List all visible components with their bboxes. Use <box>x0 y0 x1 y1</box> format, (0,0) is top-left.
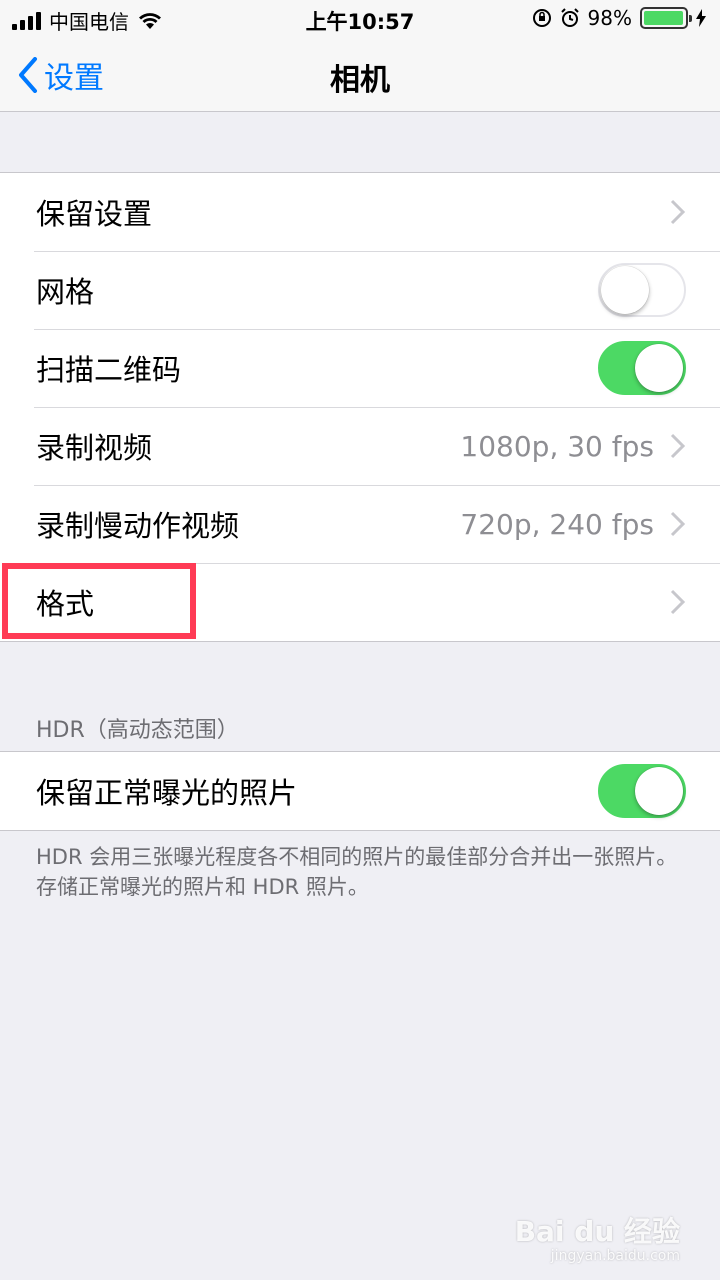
charging-icon <box>696 9 706 27</box>
status-right: 98% <box>532 6 706 30</box>
highlight-box <box>2 563 196 639</box>
hdr-group: 保留正常曝光的照片 <box>0 751 720 831</box>
row-label: 网格 <box>36 275 95 309</box>
watermark-logo: Bai du 经验 <box>514 1215 680 1248</box>
battery-icon <box>640 7 692 29</box>
keep-normal-photo-toggle[interactable] <box>598 764 686 818</box>
toggle-knob <box>635 344 683 392</box>
row-value: 720p, 240 fps <box>460 507 654 541</box>
watermark-url: jingyan.baidu.com <box>550 1248 680 1264</box>
page-title: 相机 <box>330 63 390 98</box>
toggle-knob <box>601 266 649 314</box>
row-label: 保留正常曝光的照片 <box>36 776 298 810</box>
navigation-bar: 设置 相机 <box>0 38 720 112</box>
battery-percent: 98% <box>587 6 632 30</box>
row-label: 保留设置 <box>36 197 153 231</box>
row-grid: 网格 <box>0 251 720 329</box>
toggle-knob <box>635 767 683 815</box>
alarm-icon <box>560 8 579 27</box>
rotation-lock-icon <box>532 9 551 27</box>
section-footer-hdr: HDR 会用三张曝光程度各不相同的照片的最佳部分合并出一张照片。存储正常曝光的照… <box>36 845 678 899</box>
chevron-right-icon <box>670 199 686 225</box>
chevron-right-icon <box>670 589 686 615</box>
status-bar: 中国电信 上午10:57 98% <box>0 0 720 38</box>
row-keep-normal-photo: 保留正常曝光的照片 <box>0 752 720 830</box>
chevron-right-icon <box>670 433 686 459</box>
row-record-slo-mo[interactable]: 录制慢动作视频 720p, 240 fps <box>0 485 720 563</box>
scan-qr-toggle[interactable] <box>598 341 686 395</box>
row-label: 扫描二维码 <box>36 353 182 387</box>
row-label: 录制视频 <box>36 431 153 465</box>
section-header-hdr: HDR（高动态范围） <box>36 718 239 743</box>
grid-toggle[interactable] <box>598 263 686 317</box>
row-value: 1080p, 30 fps <box>460 429 654 463</box>
row-scan-qr-code: 扫描二维码 <box>0 329 720 407</box>
row-record-video[interactable]: 录制视频 1080p, 30 fps <box>0 407 720 485</box>
row-preserve-settings[interactable]: 保留设置 <box>0 173 720 251</box>
row-label: 录制慢动作视频 <box>36 509 240 543</box>
chevron-right-icon <box>670 511 686 537</box>
